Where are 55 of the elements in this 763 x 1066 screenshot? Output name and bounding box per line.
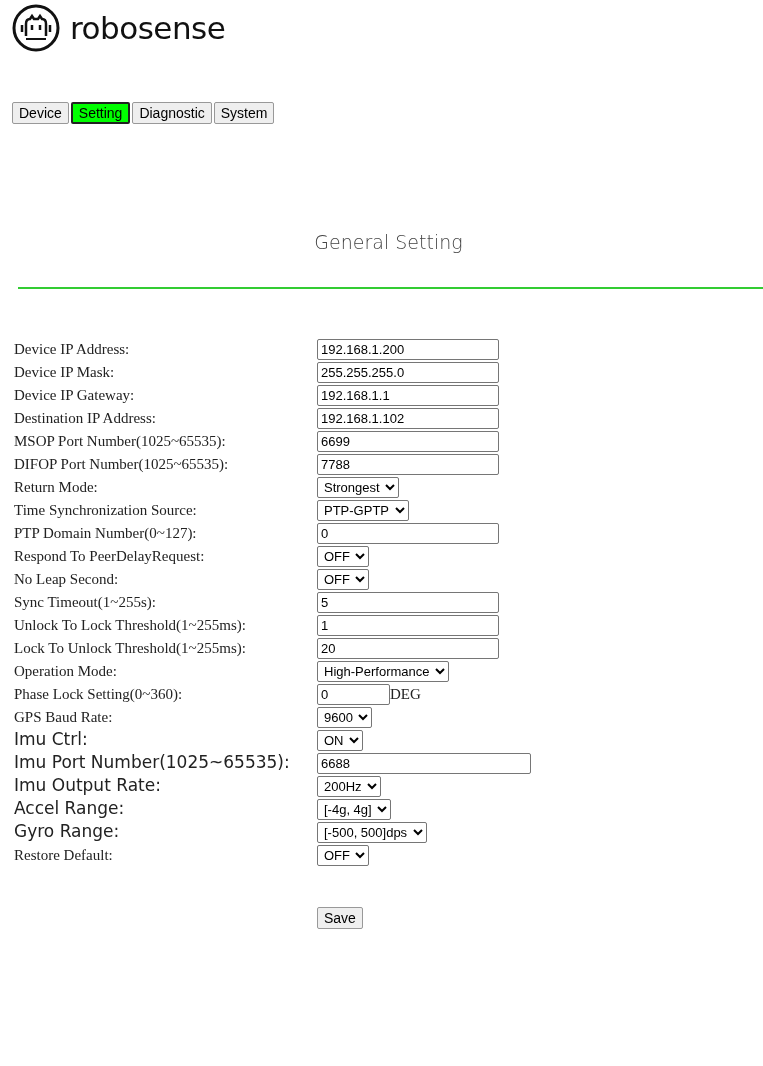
text-field[interactable]: 6688 bbox=[317, 752, 531, 774]
field-label: Device IP Mask: bbox=[14, 362, 116, 382]
field-label: Device IP Address: bbox=[14, 339, 131, 359]
text-field[interactable]: 20 bbox=[317, 637, 499, 659]
field-label: Sync Timeout(1~255s): bbox=[14, 592, 157, 612]
text-field[interactable]: 7788 bbox=[317, 453, 499, 475]
field-label: Respond To PeerDelayRequest: bbox=[14, 546, 206, 566]
page-title: General Setting bbox=[314, 231, 463, 253]
select-field[interactable]: [-4g, 4g] bbox=[317, 798, 391, 820]
field-label: Lock To Unlock Threshold(1~255ms): bbox=[14, 638, 247, 658]
field-label: GPS Baud Rate: bbox=[14, 707, 114, 727]
select-field[interactable]: 200Hz bbox=[317, 775, 381, 797]
field-label: PTP Domain Number(0~127): bbox=[14, 523, 198, 543]
tab[interactable]: Setting bbox=[70, 102, 131, 124]
field-label: Unlock To Lock Threshold(1~255ms): bbox=[14, 615, 247, 635]
wordmark: robosense bbox=[70, 12, 226, 44]
select-field[interactable]: Strongest bbox=[317, 476, 399, 498]
text-field[interactable]: 192.168.1.102 bbox=[317, 407, 499, 429]
text-field[interactable]: 0 bbox=[317, 683, 390, 705]
text-field[interactable]: 192.168.1.200 bbox=[317, 338, 499, 360]
field-label: Destination IP Address: bbox=[14, 408, 157, 428]
field-label: Device IP Gateway: bbox=[14, 385, 136, 405]
field-label: MSOP Port Number(1025~65535): bbox=[14, 431, 227, 451]
text-field[interactable]: 0 bbox=[317, 522, 499, 544]
text-field[interactable]: 192.168.1.1 bbox=[317, 384, 499, 406]
field-label: Operation Mode: bbox=[14, 661, 118, 681]
field-label: Return Mode: bbox=[14, 477, 99, 497]
field-label: Imu Port Number(1025~65535): bbox=[14, 751, 291, 775]
text-field[interactable]: 255.255.255.0 bbox=[317, 361, 499, 383]
tab[interactable]: System bbox=[213, 102, 275, 124]
field-label: Phase Lock Setting(0~360): bbox=[14, 684, 184, 704]
tab[interactable]: Diagnostic bbox=[132, 102, 212, 124]
select-field[interactable]: PTP-GPTP bbox=[317, 499, 409, 521]
field-label: No Leap Second: bbox=[14, 569, 120, 589]
select-field[interactable]: High-Performance bbox=[317, 660, 449, 682]
text-field[interactable]: 1 bbox=[317, 614, 499, 636]
tab[interactable]: Device bbox=[12, 102, 69, 124]
field-label: Restore Default: bbox=[14, 845, 114, 865]
select-field[interactable]: [-500, 500]dps bbox=[317, 821, 427, 843]
select-field[interactable]: ON bbox=[317, 729, 363, 751]
robot-logo-icon bbox=[12, 4, 60, 52]
field-label: Accel Range: bbox=[14, 797, 126, 821]
field-label: Time Synchronization Source: bbox=[14, 500, 198, 520]
text-field[interactable]: 5 bbox=[317, 591, 499, 613]
unit-label: DEG bbox=[390, 684, 421, 704]
field-label: Imu Ctrl: bbox=[14, 728, 89, 752]
field-label: Gyro Range: bbox=[14, 820, 121, 844]
select-field[interactable]: OFF bbox=[317, 844, 369, 866]
select-field[interactable]: 9600 bbox=[317, 706, 372, 728]
select-field[interactable]: OFF bbox=[317, 545, 369, 567]
field-label: Imu Output Rate: bbox=[14, 774, 162, 798]
save-button[interactable]: Save bbox=[317, 906, 363, 929]
select-field[interactable]: OFF bbox=[317, 568, 369, 590]
field-label: DIFOP Port Number(1025~65535): bbox=[14, 454, 230, 474]
text-field[interactable]: 6699 bbox=[317, 430, 499, 452]
